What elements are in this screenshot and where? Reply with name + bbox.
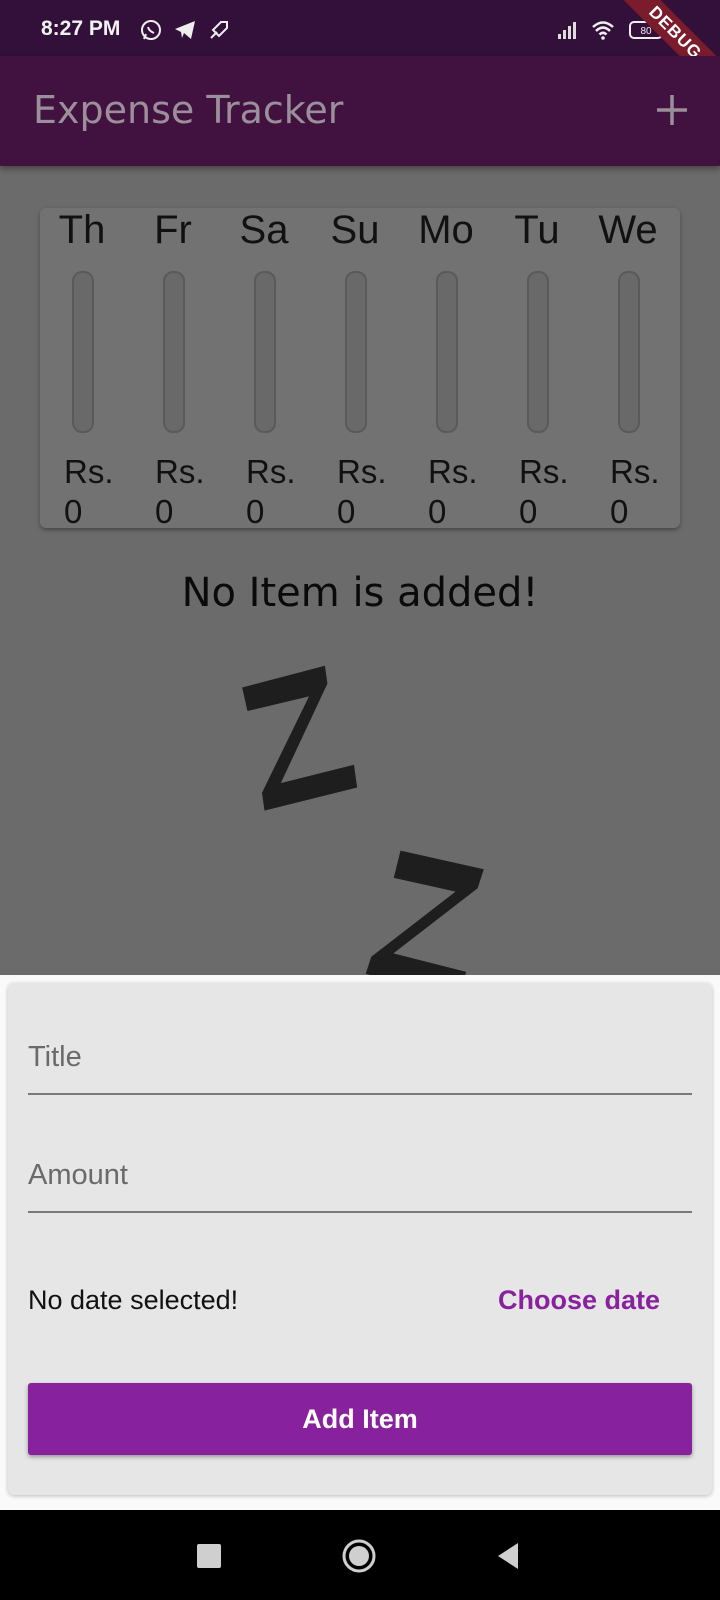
amount-value: 0: [246, 493, 265, 530]
chart-bar-wednesday: We Rs. 0: [588, 208, 668, 530]
title-input[interactable]: [28, 1041, 692, 1074]
signal-icon: [558, 22, 576, 39]
chart-bar-thursday: Th Rs. 0: [42, 208, 122, 530]
amount-label: Rs. 0: [519, 452, 569, 532]
home-icon[interactable]: [340, 1537, 378, 1575]
bar-track: [618, 271, 640, 433]
back-icon[interactable]: [490, 1537, 528, 1575]
add-item-button[interactable]: Add Item: [28, 1383, 692, 1455]
amount-label: Rs. 0: [337, 452, 387, 532]
add-expense-sheet: No date selected! Choose date Add Item: [0, 975, 720, 1510]
amount-label: Rs. 0: [246, 452, 296, 532]
day-label: Th: [58, 208, 106, 252]
bar-track: [254, 271, 276, 433]
day-label: Mo: [418, 208, 474, 252]
choose-date-button[interactable]: Choose date: [498, 1285, 660, 1316]
amount-currency: Rs.: [428, 453, 478, 490]
chart-bar-monday: Mo Rs. 0: [406, 208, 486, 530]
amount-value: 0: [428, 493, 447, 530]
amount-value: 0: [610, 493, 629, 530]
amount-currency: Rs.: [64, 453, 114, 490]
title-field: [28, 1003, 692, 1095]
add-icon[interactable]: [652, 90, 692, 130]
bar-track: [345, 271, 367, 433]
amount-currency: Rs.: [155, 453, 205, 490]
battery-level: 80: [640, 26, 652, 37]
chart-bar-friday: Fr Rs. 0: [133, 208, 213, 530]
recents-icon[interactable]: [190, 1537, 228, 1575]
amount-currency: Rs.: [519, 453, 569, 490]
chart-bar-sunday: Su Rs. 0: [315, 208, 395, 530]
system-nav-bar: [0, 1510, 720, 1600]
amount-value: 0: [64, 493, 83, 530]
day-label: Sa: [239, 208, 289, 252]
bar-track: [436, 271, 458, 433]
amount-input[interactable]: [28, 1159, 692, 1192]
amount-value: 0: [155, 493, 174, 530]
amount-field: [28, 1121, 692, 1213]
date-row: No date selected! Choose date: [28, 1283, 692, 1323]
date-status: No date selected!: [28, 1285, 239, 1315]
chart-bar-tuesday: Tu Rs. 0: [497, 208, 577, 530]
whatsapp-icon: [141, 20, 161, 40]
amount-value: 0: [337, 493, 356, 530]
amount-value: 0: [519, 493, 538, 530]
status-bar: 8:27 PM 80 DEBUG: [0, 0, 720, 110]
amount-label: Rs. 0: [64, 452, 114, 532]
amount-currency: Rs.: [246, 453, 296, 490]
add-expense-form: No date selected! Choose date Add Item: [8, 983, 712, 1495]
status-time: 8:27 PM: [41, 17, 121, 40]
bar-track: [163, 271, 185, 433]
amount-label: Rs. 0: [610, 452, 660, 532]
rocket-icon: [210, 21, 228, 39]
sleeping-z-icon: [242, 665, 484, 975]
day-label: Tu: [514, 208, 560, 252]
amount-label: Rs. 0: [428, 452, 478, 532]
amount-label: Rs. 0: [155, 452, 205, 532]
empty-state-message: No Item is added!: [181, 570, 539, 616]
app-bar: Expense Tracker: [0, 56, 720, 166]
wifi-icon: [592, 21, 614, 40]
amount-currency: Rs.: [337, 453, 387, 490]
app-title: Expense Tracker: [33, 88, 344, 132]
bar-track: [527, 271, 549, 433]
day-label: Su: [330, 208, 380, 252]
bar-track: [72, 271, 94, 433]
weekly-chart: Th Rs. 0 Fr Rs. 0 Sa Rs. 0 Su Rs. 0 Mo Rs. 0 …: [40, 208, 680, 530]
notification-icons: [138, 18, 232, 42]
day-label: Fr: [154, 208, 192, 252]
chart-bar-saturday: Sa Rs. 0: [224, 208, 304, 530]
amount-currency: Rs.: [610, 453, 660, 490]
telegram-icon: [175, 21, 195, 39]
day-label: We: [598, 208, 658, 252]
